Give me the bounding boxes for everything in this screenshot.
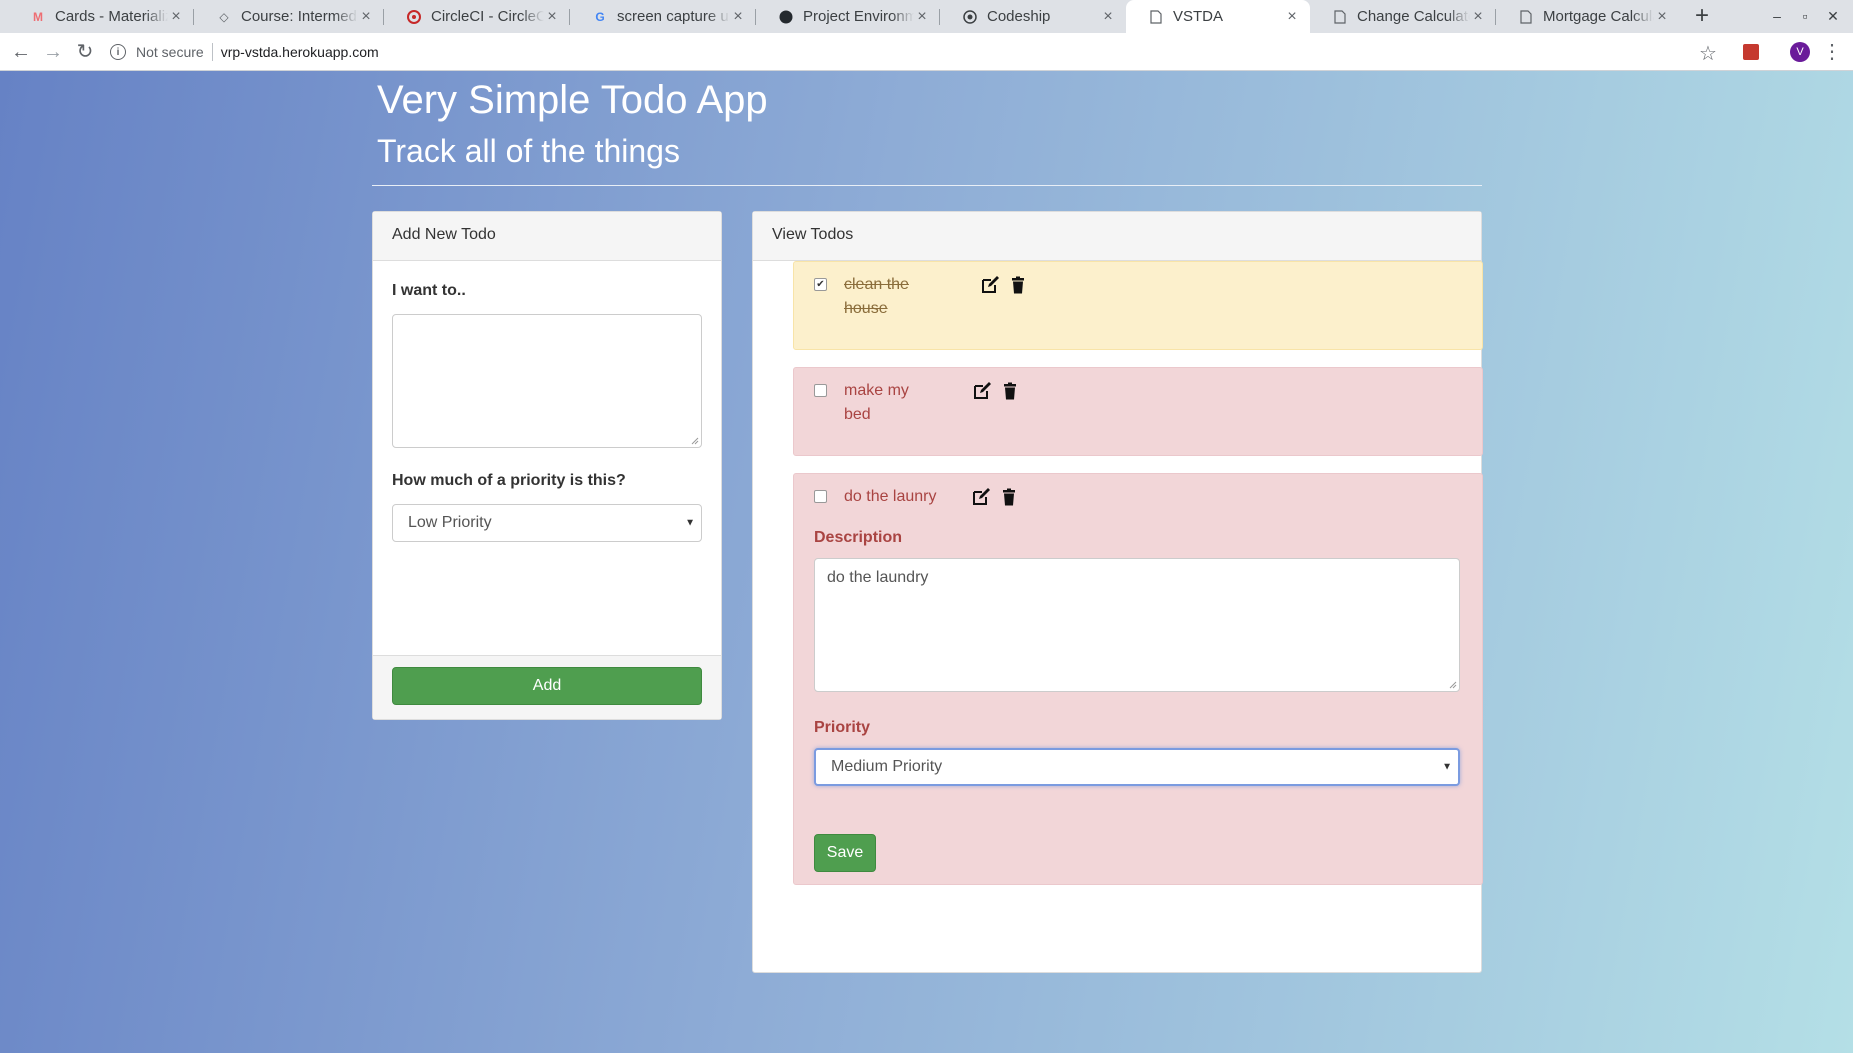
close-icon[interactable]: ×: [730, 8, 746, 26]
close-icon[interactable]: ×: [168, 8, 184, 26]
back-arrow-icon[interactable]: ←: [6, 37, 36, 67]
page-content: Very Simple Todo App Track all of the th…: [0, 71, 1853, 1053]
page-header: Very Simple Todo App Track all of the th…: [372, 71, 1482, 186]
trash-icon[interactable]: [1000, 488, 1018, 506]
todo-item: ✔ clean the house: [793, 261, 1483, 350]
todo-text-input[interactable]: [392, 314, 702, 448]
close-icon[interactable]: ×: [358, 8, 374, 26]
codeship-icon: [962, 9, 978, 25]
todo-text: make my bed: [844, 382, 909, 423]
view-todos-heading: View Todos: [753, 212, 1481, 261]
browser-tab-strip: M Cards - Materialize × ◇ Course: Interm…: [0, 0, 1853, 33]
complete-checkbox[interactable]: ✔: [814, 278, 827, 291]
close-icon[interactable]: ×: [1470, 8, 1486, 26]
tab-title: Project Environment: [803, 8, 914, 25]
browser-tab-change-calculator[interactable]: Change Calculator ×: [1310, 0, 1496, 33]
chevron-down-icon: ▼: [1442, 761, 1452, 773]
priority-select[interactable]: Low Priority ▼: [392, 504, 702, 542]
github-icon: [778, 9, 794, 25]
browser-tab-vstda[interactable]: VSTDA ×: [1126, 0, 1310, 33]
extension-icon[interactable]: [1743, 44, 1759, 60]
security-label: Not secure: [136, 44, 204, 60]
new-tab-button[interactable]: +: [1690, 3, 1714, 29]
browser-tab-circleci[interactable]: CircleCI - CircleCI ×: [384, 0, 570, 33]
view-todos-panel: View Todos ✔ clean the house make my bed…: [752, 211, 1483, 973]
chevron-down-icon: ▼: [685, 517, 695, 529]
edit-icon[interactable]: [972, 488, 990, 506]
close-icon[interactable]: ×: [1654, 8, 1670, 26]
tab-title: Codeship: [987, 8, 1051, 25]
priority-selected-value: Low Priority: [408, 514, 492, 531]
page-title: Very Simple Todo App: [377, 78, 768, 122]
close-icon[interactable]: ×: [914, 8, 930, 26]
add-todo-heading: Add New Todo: [373, 212, 721, 261]
add-todo-footer: Add: [373, 655, 721, 719]
todo-text: do the launry: [844, 488, 937, 505]
tab-title: Cards - Materialize: [55, 8, 168, 25]
tab-title: CircleCI - CircleCI: [431, 8, 544, 25]
browser-tab-google[interactable]: G screen capture ubuntu ×: [570, 0, 756, 33]
graduation-cap-icon: ◇: [219, 9, 229, 24]
edit-icon[interactable]: [973, 382, 991, 400]
address-bar[interactable]: i Not secure vrp-vstda.herokuapp.com: [110, 37, 1710, 67]
complete-checkbox[interactable]: [814, 384, 827, 397]
browser-tab-project-env[interactable]: Project Environment ×: [756, 0, 940, 33]
tab-title: Change Calculator: [1357, 8, 1470, 25]
close-icon[interactable]: ×: [1100, 8, 1116, 26]
profile-avatar[interactable]: V: [1790, 42, 1810, 62]
tab-title: VSTDA: [1173, 8, 1224, 25]
browser-tab-codeship[interactable]: Codeship ×: [940, 0, 1126, 33]
priority-label: How much of a priority is this?: [392, 472, 626, 489]
document-icon: [1518, 9, 1534, 25]
page-subtitle: Track all of the things: [377, 133, 680, 169]
browser-tab-course[interactable]: ◇ Course: Intermediate ×: [194, 0, 384, 33]
todo-item-editing: do the launry Description do the laundry…: [793, 473, 1483, 885]
window-close-icon[interactable]: ✕: [1817, 0, 1849, 33]
browser-tab-materialize[interactable]: M Cards - Materialize ×: [8, 0, 194, 33]
tab-title: Mortgage Calculator: [1543, 8, 1654, 25]
google-icon: G: [595, 9, 605, 24]
description-label: Description: [814, 529, 903, 546]
kebab-menu-icon[interactable]: ⋮: [1822, 39, 1842, 64]
tab-title: Course: Intermediate: [241, 8, 358, 25]
close-icon[interactable]: ×: [544, 8, 560, 26]
edit-icon[interactable]: [981, 276, 999, 294]
forward-arrow-icon[interactable]: →: [38, 37, 68, 67]
materialize-icon: M: [33, 9, 43, 24]
close-icon[interactable]: ×: [1284, 8, 1300, 26]
complete-checkbox[interactable]: [814, 490, 827, 503]
edit-priority-select[interactable]: Medium Priority ▼: [814, 748, 1460, 786]
description-textarea[interactable]: do the laundry: [814, 558, 1460, 692]
todo-text: clean the house: [844, 276, 909, 317]
save-button[interactable]: Save: [814, 834, 876, 872]
todo-text-label: I want to..: [392, 282, 466, 299]
document-icon: [1332, 9, 1348, 25]
edit-priority-label: Priority: [814, 719, 871, 736]
edit-priority-selected-value: Medium Priority: [831, 758, 943, 775]
bookmark-star-icon[interactable]: ☆: [1699, 41, 1717, 66]
info-icon[interactable]: i: [110, 44, 126, 60]
browser-toolbar: ← → ↻ i Not secure vrp-vstda.herokuapp.c…: [0, 33, 1853, 71]
circleci-icon: [406, 9, 422, 25]
trash-icon[interactable]: [1001, 382, 1019, 400]
add-todo-panel: Add New Todo I want to.. How much of a p…: [372, 211, 722, 720]
description-value: do the laundry: [827, 569, 929, 586]
tab-title: screen capture ubuntu: [617, 8, 730, 25]
todo-item: make my bed: [793, 367, 1483, 456]
trash-icon[interactable]: [1009, 276, 1027, 294]
url-text[interactable]: vrp-vstda.herokuapp.com: [221, 44, 379, 60]
browser-tab-mortgage-calculator[interactable]: Mortgage Calculator ×: [1496, 0, 1680, 33]
add-button[interactable]: Add: [392, 667, 702, 705]
document-icon: [1148, 9, 1164, 25]
reload-icon[interactable]: ↻: [70, 37, 100, 67]
